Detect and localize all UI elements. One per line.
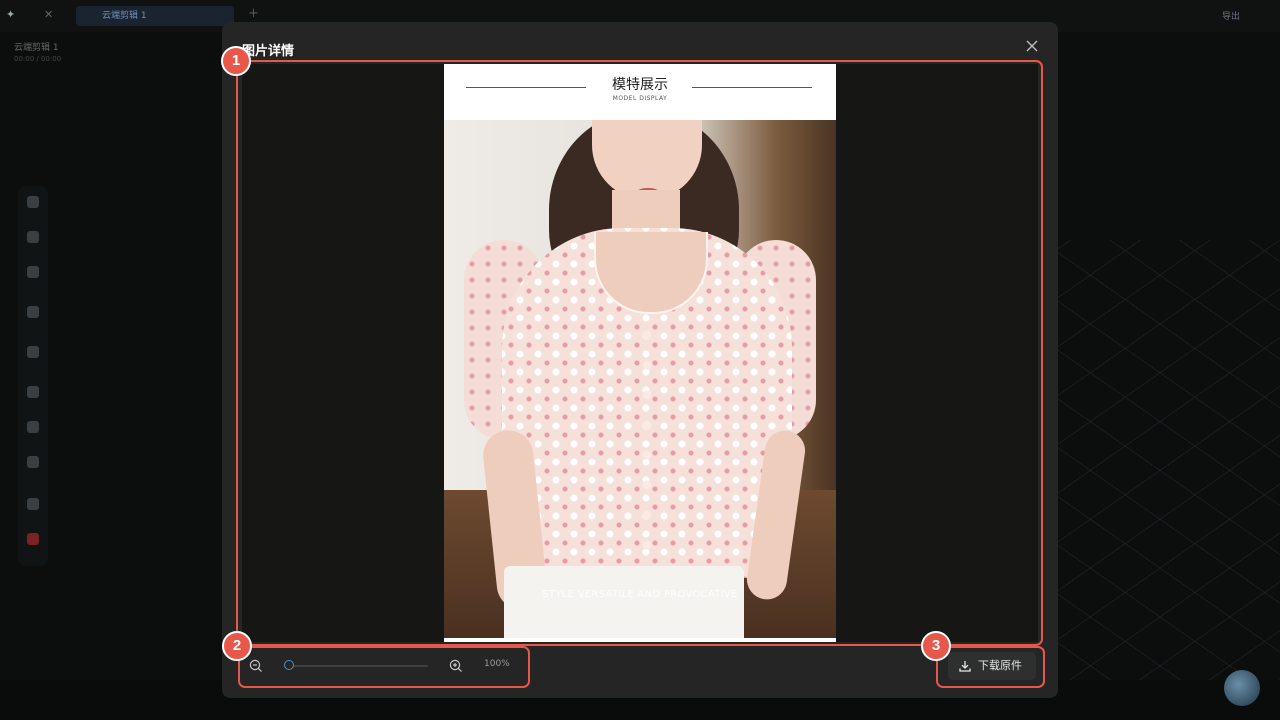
close-icon: ✕: [44, 8, 54, 21]
background-export-label: 导出: [1221, 12, 1240, 22]
highlight-download-button: [936, 646, 1045, 688]
background-project-info: 云端剪辑 1 00:00 / 00:00: [14, 40, 61, 63]
sidebar-icon: [27, 266, 39, 278]
annotation-badge-3: 3: [921, 631, 951, 661]
highlight-image-viewer: [236, 60, 1043, 646]
background-grid: [1040, 240, 1280, 680]
close-icon: [1026, 40, 1038, 52]
sidebar-icon: [27, 421, 39, 433]
background-sidebar: [18, 186, 48, 566]
avatar: [1224, 670, 1260, 706]
annotation-badge-1: 1: [221, 46, 251, 76]
sidebar-icon: [27, 306, 39, 318]
sidebar-icon: [27, 533, 39, 545]
background-tab: 云端剪辑 1: [76, 6, 234, 26]
app-logo: ✦: [6, 8, 16, 21]
sidebar-icon: [27, 231, 39, 243]
annotation-badge-2: 2: [222, 631, 252, 661]
background-project-meta: 00:00 / 00:00: [14, 55, 62, 63]
close-button[interactable]: [1022, 36, 1042, 56]
sidebar-icon: [27, 346, 39, 358]
sidebar-icon: [27, 386, 39, 398]
sidebar-icon: [27, 498, 39, 510]
sidebar-icon: [27, 196, 39, 208]
highlight-zoom-controls: [238, 646, 530, 688]
add-tab-icon: +: [248, 6, 259, 21]
sidebar-icon: [27, 456, 39, 468]
background-project-name: 云端剪辑 1: [14, 43, 59, 53]
